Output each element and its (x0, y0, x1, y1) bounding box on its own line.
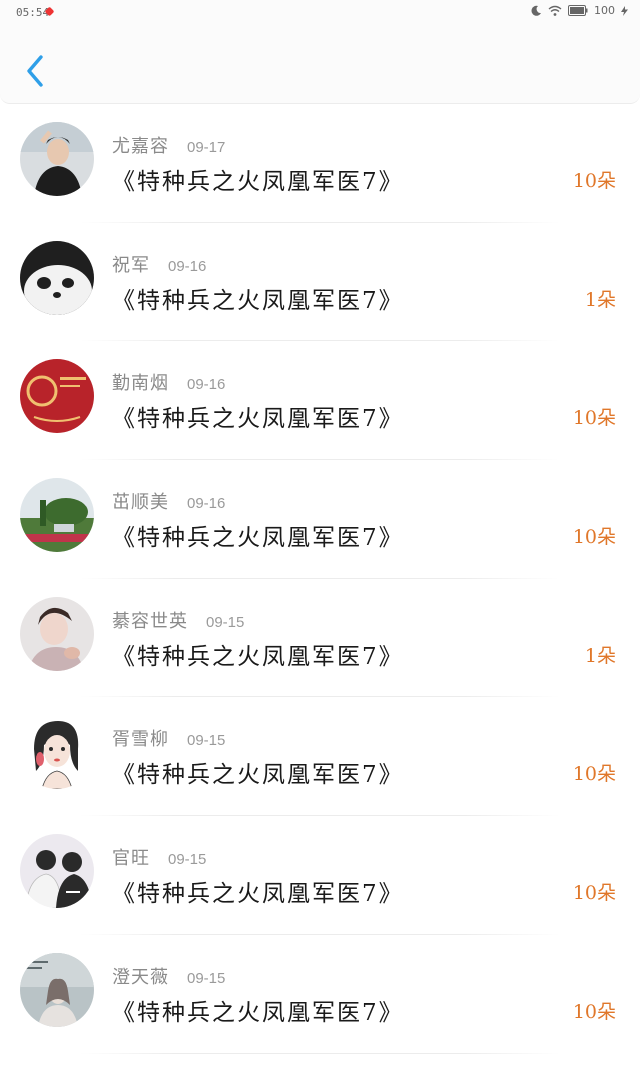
header-bar (0, 26, 640, 104)
gift-date: 09-15 (168, 851, 207, 869)
book-title: 《特种兵之火凤凰军医7》 (112, 881, 404, 908)
gift-date: 09-16 (168, 257, 207, 275)
book-title: 《特种兵之火凤凰军医7》 (112, 999, 404, 1026)
book-title: 《特种兵之火凤凰军医7》 (112, 525, 404, 552)
book-title: 《特种兵之火凤凰军医7》 (112, 169, 404, 195)
book-title: 《特种兵之火凤凰军医7》 (112, 406, 404, 433)
gift-amount: 1朵 (584, 644, 616, 667)
list-item[interactable]: 祝军 09-16 《特种兵之火凤凰军医7》 1朵 (0, 223, 640, 342)
battery-level: 100 (594, 4, 615, 17)
avatar (20, 359, 94, 434)
avatar (20, 478, 94, 553)
list-item[interactable]: 官旺 09-15 《特种兵之火凤凰军医7》 10朵 (0, 816, 640, 935)
gift-date: 09-15 (206, 613, 245, 631)
sender-name: 胥雪柳 (112, 729, 169, 751)
list-item[interactable]: 尤嘉容 09-17 《特种兵之火凤凰军医7》 10朵 (0, 104, 640, 223)
back-button[interactable] (18, 52, 52, 90)
gift-date: 09-16 (187, 376, 226, 394)
avatar (20, 240, 94, 315)
avatar (20, 596, 94, 671)
status-time: 05:54 (16, 6, 50, 19)
gift-amount: 10朵 (572, 170, 616, 192)
list-item[interactable]: 澄天薇 09-15 《特种兵之火凤凰军医7》 10朵 (0, 935, 640, 1054)
gift-date: 09-17 (187, 139, 226, 156)
gift-amount: 1朵 (584, 288, 616, 311)
gift-amount: 10朵 (572, 1000, 616, 1023)
status-bar: 05:54 100 (0, 0, 640, 26)
list-item[interactable]: 綦容世英 09-15 《特种兵之火凤凰军医7》 1朵 (0, 579, 640, 698)
status-icons: 100 (530, 4, 628, 17)
gift-amount: 10朵 (572, 526, 616, 549)
gift-record-list: 尤嘉容 09-17 《特种兵之火凤凰军医7》 10朵 祝军 09-16 《特种兵… (0, 104, 640, 1054)
chevron-left-icon (27, 55, 43, 87)
sender-name: 祝军 (112, 254, 150, 276)
gift-date: 09-16 (187, 495, 226, 513)
charging-icon (621, 5, 628, 16)
gift-amount: 10朵 (572, 407, 616, 430)
gift-amount: 10朵 (572, 763, 616, 786)
avatar (20, 715, 94, 790)
avatar (20, 952, 94, 1027)
sender-name: 勤南烟 (112, 373, 169, 395)
battery-icon (568, 5, 588, 16)
avatar (20, 122, 94, 196)
gift-date: 09-15 (187, 969, 226, 987)
list-item[interactable]: 茁顺美 09-16 《特种兵之火凤凰军医7》 10朵 (0, 460, 640, 579)
wifi-icon (548, 5, 562, 16)
avatar (20, 834, 94, 909)
sender-name: 茁顺美 (112, 492, 169, 514)
book-title: 《特种兵之火凤凰军医7》 (112, 643, 404, 670)
gift-date: 09-15 (187, 732, 226, 750)
sender-name: 尤嘉容 (112, 136, 169, 157)
moon-icon (531, 5, 541, 16)
sender-name: 澄天薇 (112, 966, 169, 988)
gift-amount: 10朵 (572, 882, 616, 905)
sender-name: 官旺 (112, 848, 150, 870)
list-item[interactable]: 勤南烟 09-16 《特种兵之火凤凰军医7》 10朵 (0, 341, 640, 460)
book-title: 《特种兵之火凤凰军医7》 (112, 287, 404, 314)
sender-name: 綦容世英 (112, 610, 188, 632)
book-title: 《特种兵之火凤凰军医7》 (112, 762, 404, 789)
list-item[interactable]: 胥雪柳 09-15 《特种兵之火凤凰军医7》 10朵 (0, 697, 640, 816)
